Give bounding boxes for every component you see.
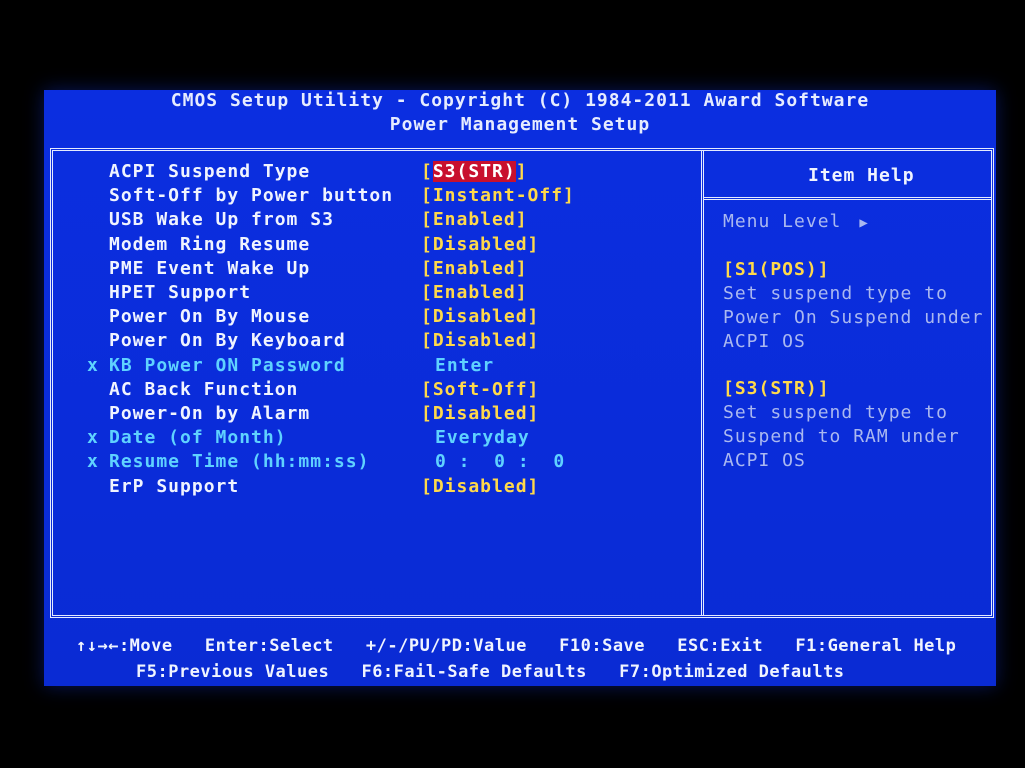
setting-label: ACPI Suspend Type — [109, 161, 311, 182]
setting-label: Date (of Month) — [109, 427, 287, 449]
page-title: Power Management Setup — [389, 114, 651, 135]
help-key: [S1(POS)] — [723, 259, 830, 280]
setting-label: Power On By Mouse — [109, 306, 311, 328]
hint-value: +/-/PU/PD:Value — [365, 636, 527, 656]
setting-value[interactable]: Everyday — [435, 427, 530, 448]
app-title: CMOS Setup Utility - Copyright (C) 1984-… — [170, 90, 870, 111]
setting-label: ErP Support — [109, 475, 240, 497]
setting-value[interactable]: [Enabled] — [421, 282, 528, 303]
help-line: Set suspend type to — [723, 402, 948, 423]
setting-value[interactable]: [Enabled] — [421, 258, 528, 279]
setting-label: Soft-Off by Power button — [109, 185, 394, 207]
help-line: Power On Suspend under — [723, 307, 984, 328]
setting-row[interactable]: ErP Support [Disabled] — [53, 476, 693, 500]
help-title: Item Help — [808, 165, 915, 186]
hint-move: ↑↓→←:Move — [76, 636, 173, 656]
setting-row[interactable]: x Resume Time (hh:mm:ss) 0 : 0 : 0 — [53, 451, 693, 475]
disabled-mark: x — [87, 427, 99, 449]
setting-value[interactable]: [S3(STR)] — [421, 161, 528, 182]
setting-label: HPET Support — [109, 282, 252, 303]
setting-row[interactable]: AC Back Function [Soft-Off] — [53, 379, 693, 403]
setting-row[interactable]: USB Wake Up from S3 [Enabled] — [53, 209, 693, 233]
setting-value[interactable]: [Soft-Off] — [421, 379, 539, 400]
setting-label: Resume Time (hh:mm:ss) — [109, 451, 370, 473]
help-line: ACPI OS — [723, 450, 806, 471]
setting-value[interactable]: 0 : 0 : 0 — [435, 451, 565, 472]
setting-row[interactable]: x KB Power ON Password Enter — [53, 355, 693, 379]
hint-fail-safe-defaults: F6:Fail-Safe Defaults — [361, 662, 587, 682]
selected-value-highlight[interactable]: S3(STR) — [432, 161, 516, 182]
setting-label: Power On By Keyboard — [109, 330, 346, 352]
triangle-right-icon: ▶ — [859, 215, 869, 231]
setting-value[interactable]: Enter — [435, 355, 494, 376]
setting-value[interactable]: [Disabled] — [421, 476, 539, 497]
setting-label: Modem Ring Resume — [109, 233, 311, 255]
help-block-s3: [S3(STR)] Set suspend type to Suspend to… — [723, 378, 960, 474]
help-key: [S3(STR)] — [723, 378, 830, 399]
key-legend-row-1: ↑↓→←:Move Enter:Select +/-/PU/PD:Value F… — [76, 636, 956, 656]
help-separator — [704, 197, 991, 200]
setting-row[interactable]: HPET Support [Enabled] — [53, 282, 693, 306]
menu-level: Menu Level ▶ — [723, 211, 869, 232]
hint-help: F1:General Help — [795, 636, 957, 656]
disabled-mark: x — [87, 451, 99, 473]
setting-value[interactable]: [Instant-Off] — [421, 185, 575, 206]
help-line: ACPI OS — [723, 331, 806, 352]
disabled-mark: x — [87, 354, 99, 376]
settings-frame: ACPI Suspend Type [S3(STR)] Soft-Off by Po… — [50, 148, 994, 618]
menu-level-label: Menu Level — [723, 211, 842, 232]
setting-row[interactable]: Power-On by Alarm [Disabled] — [53, 403, 693, 427]
hint-previous-values: F5:Previous Values — [136, 662, 330, 682]
help-line: Suspend to RAM under — [723, 426, 960, 447]
setting-value[interactable]: [Disabled] — [421, 306, 539, 327]
setting-label: AC Back Function — [109, 378, 299, 400]
setting-row[interactable]: Modem Ring Resume [Disabled] — [53, 234, 693, 258]
setting-row[interactable]: PME Event Wake Up [Enabled] — [53, 258, 693, 282]
hint-select: Enter:Select — [204, 636, 334, 656]
hint-exit: ESC:Exit — [677, 636, 764, 656]
setting-value[interactable]: [Enabled] — [421, 209, 528, 230]
setting-label: KB Power ON Password — [109, 354, 346, 376]
hint-save: F10:Save — [559, 636, 646, 656]
setting-row[interactable]: ACPI Suspend Type [S3(STR)] — [53, 161, 693, 185]
setting-label: Power-On by Alarm — [109, 403, 311, 424]
setting-row[interactable]: Power On By Keyboard [Disabled] — [53, 330, 693, 354]
setting-label: PME Event Wake Up — [109, 257, 311, 279]
panel-divider — [701, 151, 704, 615]
setting-value[interactable]: [Disabled] — [421, 234, 539, 255]
bios-screen: CMOS Setup Utility - Copyright (C) 1984-… — [44, 90, 996, 686]
hint-optimized-defaults: F7:Optimized Defaults — [619, 662, 845, 682]
key-legend-row-2: F5:Previous Values F6:Fail-Safe Defaults… — [136, 662, 845, 682]
help-line: Set suspend type to — [723, 283, 948, 304]
setting-value[interactable]: [Disabled] — [421, 403, 539, 424]
help-block-s1: [S1(POS)] Set suspend type to Power On S… — [723, 259, 983, 355]
setting-row[interactable]: Power On By Mouse [Disabled] — [53, 306, 693, 330]
setting-row[interactable]: Soft-Off by Power button [Instant-Off] — [53, 185, 693, 209]
setting-row[interactable]: x Date (of Month) Everyday — [53, 427, 693, 451]
setting-value[interactable]: [Disabled] — [421, 330, 539, 351]
setting-label: USB Wake Up from S3 — [109, 209, 334, 231]
